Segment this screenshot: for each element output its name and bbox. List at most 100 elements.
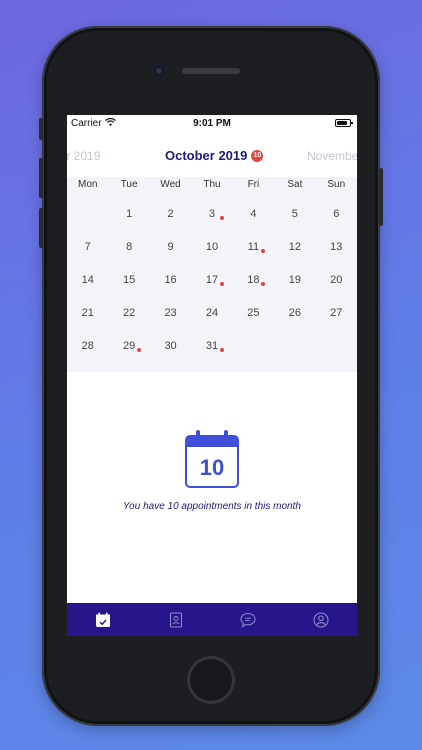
previous-month-button[interactable]: ber 2019 (67, 149, 100, 163)
day-number: 10 (205, 241, 219, 253)
current-month[interactable]: October 2019 10 (165, 148, 264, 163)
appointments-summary-text: You have 10 appointments in this month (123, 501, 301, 512)
current-month-label: October 2019 (165, 148, 248, 163)
tab-calendar[interactable] (67, 603, 140, 636)
day-number: 17 (205, 274, 219, 286)
day-cell[interactable]: 2 (150, 207, 191, 240)
appointment-count-badge: 10 (251, 149, 264, 162)
day-cell[interactable]: 22 (108, 306, 149, 339)
day-cell[interactable]: 8 (108, 240, 149, 273)
day-number: 5 (291, 208, 298, 220)
weekday-header: Mon Tue Wed Thu Fri Sat Sun (67, 179, 357, 190)
day-number: 9 (167, 241, 174, 253)
day-cell[interactable]: 25 (233, 306, 274, 339)
day-number: 4 (250, 208, 257, 220)
battery-icon (335, 119, 353, 127)
day-number: 20 (330, 274, 343, 286)
day-number: 12 (288, 241, 301, 253)
day-cell[interactable]: 27 (316, 306, 357, 339)
weekday-label: Mon (77, 179, 98, 190)
tab-profile[interactable] (285, 603, 358, 636)
day-cell[interactable]: 10 (191, 240, 232, 273)
day-number: 31 (205, 340, 219, 352)
profile-icon (313, 611, 329, 628)
calendar-icon: 10 (185, 430, 239, 488)
day-number: 7 (84, 241, 91, 253)
weekday-label: Sat (287, 179, 303, 190)
day-cell[interactable]: 11 (233, 240, 274, 273)
day-number: 18 (247, 274, 260, 286)
power-button (379, 168, 383, 226)
day-number: 1 (126, 208, 133, 220)
next-month-button[interactable]: November (307, 149, 357, 163)
day-cell[interactable]: 13 (316, 240, 357, 273)
home-button[interactable] (187, 656, 235, 704)
weekday-label: Sun (327, 179, 346, 190)
day-cell[interactable]: 12 (274, 240, 315, 273)
weekday-label: Tue (120, 179, 138, 190)
day-number: 19 (288, 274, 301, 286)
day-cell[interactable]: 4 (233, 207, 274, 240)
day-cell[interactable]: 9 (150, 240, 191, 273)
day-cell[interactable]: 3 (191, 207, 232, 240)
day-number: 14 (81, 274, 94, 286)
day-cell[interactable]: 20 (316, 273, 357, 306)
event-dot (219, 282, 224, 286)
day-cell[interactable]: 15 (108, 273, 149, 306)
status-bar: Carrier 9:01 PM (67, 115, 357, 133)
tab-messages[interactable] (212, 603, 285, 636)
calendar-grid: Mon Tue Wed Thu Fri Sat Sun 1 2 3 4 5 6 7 8 9 10 1… (67, 177, 357, 372)
day-cell[interactable]: 17 (191, 273, 232, 306)
day-cell[interactable]: 6 (316, 207, 357, 240)
weekday-label: Wed (160, 179, 181, 190)
day-cell[interactable]: 29 (108, 339, 149, 372)
day-cell[interactable]: 26 (274, 306, 315, 339)
calendar-icon-number: 10 (200, 455, 224, 480)
tab-contacts[interactable] (140, 603, 213, 636)
weekday-label: Fri (247, 179, 260, 190)
day-cell[interactable]: 30 (150, 339, 191, 372)
day-cell[interactable]: 19 (274, 273, 315, 306)
day-cell[interactable]: 28 (67, 339, 108, 372)
contacts-book-icon (169, 611, 182, 628)
day-cell[interactable]: 31 (191, 339, 232, 372)
event-dot (219, 216, 224, 220)
day-number: 27 (330, 307, 343, 319)
day-number: 3 (208, 208, 216, 220)
event-dot (219, 348, 224, 352)
app-screen: Carrier 9:01 PM ber 2019 October 2019 10… (67, 115, 357, 636)
chat-bubble-icon (240, 612, 256, 628)
day-cell[interactable]: 5 (274, 207, 315, 240)
day-cell[interactable]: 23 (150, 306, 191, 339)
day-cell[interactable]: 1 (108, 207, 149, 240)
day-number: 28 (81, 340, 94, 352)
day-number: 26 (288, 307, 301, 319)
day-cell[interactable]: 21 (67, 306, 108, 339)
earpiece-speaker (182, 68, 240, 74)
day-number: 8 (126, 241, 133, 253)
weekday-label: Thu (203, 179, 221, 190)
mute-switch (39, 118, 43, 140)
day-cell[interactable]: 24 (191, 306, 232, 339)
tab-bar (67, 603, 357, 636)
day-cells: 1 2 3 4 5 6 7 8 9 10 11 12 13 14 15 16 17 18 19 20 21 22 23 24 2… (67, 207, 357, 372)
phone-frame: Carrier 9:01 PM ber 2019 October 2019 10… (39, 26, 383, 726)
day-number: 23 (164, 307, 177, 319)
day-cell[interactable]: 16 (150, 273, 191, 306)
day-number: 16 (164, 274, 177, 286)
volume-down-button (39, 208, 43, 248)
event-dot (261, 282, 266, 286)
day-number: 30 (164, 340, 177, 352)
day-number: 13 (330, 241, 343, 253)
day-number: 24 (205, 307, 219, 319)
day-cell[interactable]: 14 (67, 273, 108, 306)
day-number: 29 (123, 340, 136, 352)
day-cell[interactable]: 18 (233, 273, 274, 306)
day-number: 11 (247, 241, 260, 253)
status-time: 9:01 PM (193, 118, 231, 129)
day-number: 2 (167, 208, 174, 220)
month-selector: ber 2019 October 2019 10 November (67, 145, 357, 169)
day-cell[interactable]: 7 (67, 240, 108, 273)
day-number: 25 (247, 307, 260, 319)
empty-day-cell (67, 207, 108, 240)
